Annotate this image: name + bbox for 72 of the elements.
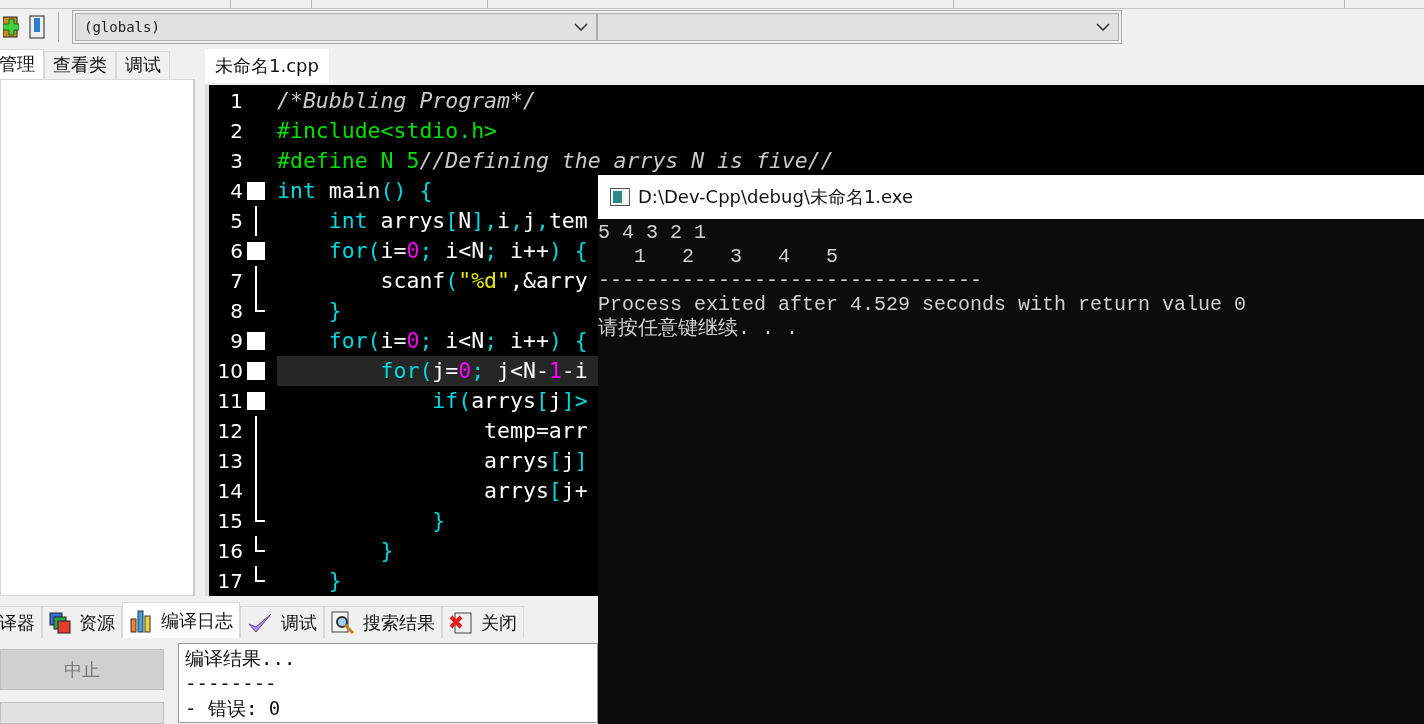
chevron-down-icon (574, 22, 588, 31)
line-number: 1 (229, 88, 243, 113)
panel-tab[interactable]: 编译日志 (122, 602, 240, 638)
line-number: 3 (229, 148, 243, 173)
scope-dropdown[interactable]: (globals) (75, 12, 597, 41)
tab-label: 关闭 (481, 610, 517, 635)
compile-run-icon[interactable] (0, 14, 22, 39)
code-line: } (327, 297, 343, 326)
line-number: 11 (216, 388, 243, 413)
book-icon[interactable] (26, 14, 48, 39)
tab-label: 编译日志 (161, 608, 233, 633)
line-number: 12 (216, 418, 243, 443)
panel-tab[interactable]: 调试 (116, 50, 170, 79)
line-number: 5 (229, 208, 243, 233)
panel-tab[interactable]: 调试 (240, 606, 324, 638)
code-line: if(arrys[j]> (431, 387, 589, 416)
tab-label: 搜索结果 (363, 610, 435, 635)
code-line: int arrys[N],i,j,tem (327, 207, 589, 236)
code-line: arrys[j] (483, 447, 589, 476)
log-line: 编译结果... (185, 646, 297, 671)
fold-marker-icon[interactable] (247, 331, 265, 350)
file-tab[interactable]: 未命名1.cpp (205, 48, 329, 83)
panel-tab[interactable]: 查看类 (44, 50, 116, 79)
line-number: 4 (229, 178, 243, 203)
line-number: 14 (216, 478, 243, 503)
window-title: D:\Dev-Cpp\debug\未命名1.exe (638, 185, 913, 209)
line-number: 17 (216, 568, 243, 593)
line-number: 13 (216, 448, 243, 473)
code-line: scanf("%d",&arry (379, 267, 589, 296)
console-line: -------------------------------- (598, 269, 984, 293)
fold-marker-icon[interactable] (247, 361, 265, 380)
fold-marker-icon[interactable] (247, 241, 265, 260)
console-line: 请按任意键继续. . . (598, 317, 799, 341)
line-number: 16 (216, 538, 243, 563)
code-line: #define N 5//Defining the arrys N is five// (277, 147, 834, 176)
console-line: 1 2 3 4 5 (633, 245, 840, 269)
bar-chart-icon (129, 608, 153, 633)
line-number: 7 (229, 268, 243, 293)
code-line: temp=arr (483, 417, 589, 446)
console-app-icon (610, 188, 630, 206)
close-icon (449, 610, 473, 635)
code-line: for(i=0; i<N; i++) { (327, 237, 589, 266)
panel-tab[interactable]: 关闭 (442, 606, 524, 638)
code-line: arrys[j+ (483, 477, 589, 506)
line-number: 10 (216, 358, 243, 383)
code-line: } (379, 537, 395, 566)
code-line: } (327, 567, 343, 596)
line-number: 8 (229, 298, 243, 323)
console-line: Process exited after 4.529 seconds with return value 0 (598, 293, 1248, 317)
console-line: 5 4 3 2 1 (598, 221, 708, 245)
panel-tab[interactable]: 搜索结果 (324, 606, 442, 638)
log-line: - 错误: 0 (185, 696, 282, 721)
fold-marker-icon[interactable] (247, 181, 265, 200)
tab-label: 资源 (79, 610, 115, 635)
code-line: } (431, 507, 447, 536)
panel-tab[interactable]: 管理 (0, 48, 44, 79)
squares-icon (49, 611, 71, 634)
code-line: #include<stdio.h> (277, 117, 499, 146)
code-line: int main() { (277, 177, 434, 206)
search-icon (331, 610, 355, 635)
fold-marker-icon[interactable] (247, 391, 265, 410)
panel-tab[interactable]: 资源 (42, 606, 122, 638)
check-icon (247, 611, 273, 634)
code-line: for(i=0; i<N; i++) { (327, 327, 589, 356)
line-number: 6 (229, 238, 243, 263)
code-line: /*Bubbling Program*/ (277, 87, 537, 116)
line-number: 9 (229, 328, 243, 353)
tab-label: 调试 (281, 610, 317, 635)
log-line: -------- (185, 671, 278, 696)
chevron-down-icon (1096, 22, 1110, 31)
line-number: 15 (216, 508, 243, 533)
line-number: 2 (229, 118, 243, 143)
